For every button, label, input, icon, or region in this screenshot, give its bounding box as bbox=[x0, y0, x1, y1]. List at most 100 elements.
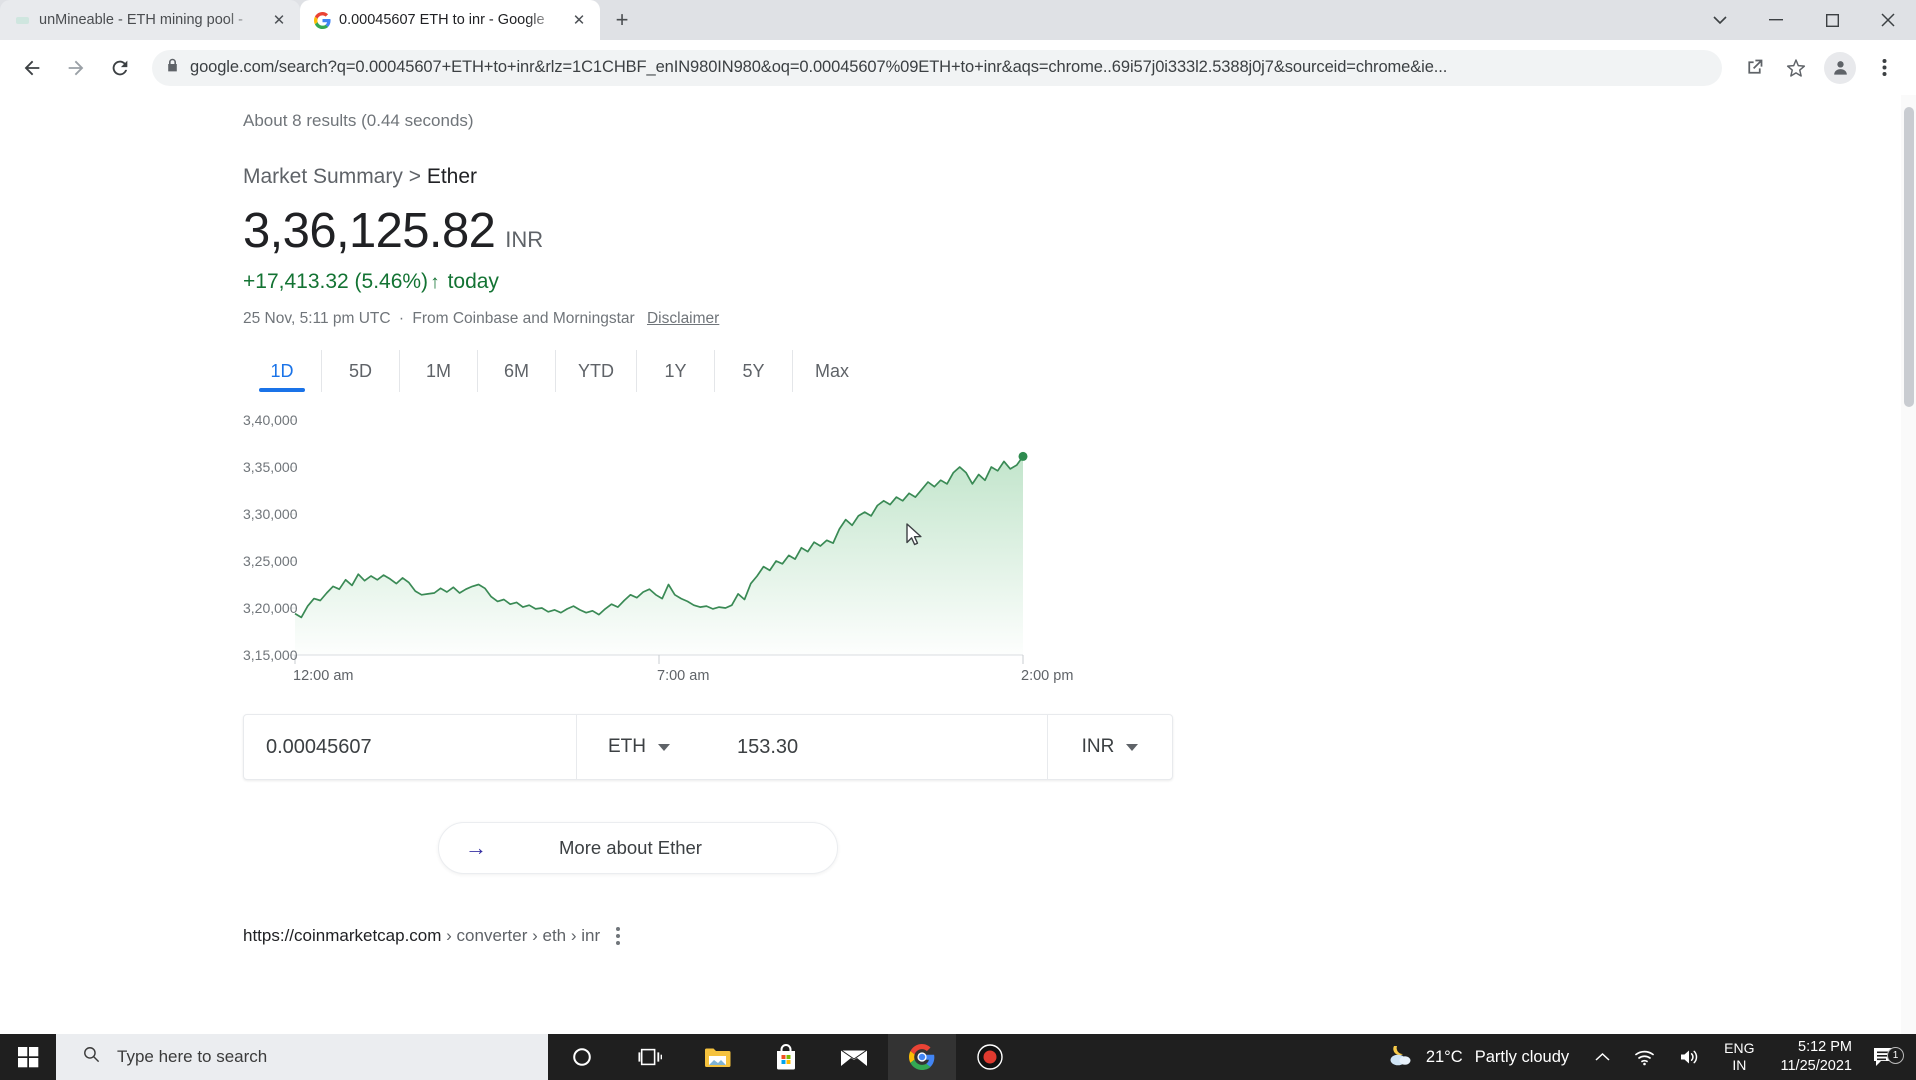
browser-tab-unmineable[interactable]: unMineable - ETH mining pool - ✕ bbox=[0, 0, 300, 40]
chart-y-tick: 3,25,000 bbox=[243, 553, 298, 569]
organic-result-url[interactable]: https://coinmarketcap.com › converter › … bbox=[243, 926, 1343, 946]
taskbar-app-buttons bbox=[548, 1034, 1024, 1080]
cortana-icon[interactable] bbox=[548, 1034, 616, 1080]
chart-x-tick: 7:00 am bbox=[657, 668, 710, 684]
converter-to-currency-label: INR bbox=[1081, 736, 1115, 757]
minimize-button[interactable] bbox=[1748, 0, 1804, 40]
close-window-button[interactable] bbox=[1860, 0, 1916, 40]
screen-recorder-icon[interactable] bbox=[956, 1034, 1024, 1080]
close-icon[interactable]: ✕ bbox=[268, 9, 290, 31]
result-url-path: › converter › eth › inr bbox=[441, 926, 601, 945]
clock-time: 5:12 PM bbox=[1798, 1039, 1852, 1056]
price-currency: INR bbox=[505, 227, 544, 252]
page-scrollbar[interactable] bbox=[1901, 95, 1916, 1034]
price-change-row: +17,413.32 (5.46%) ↑ today bbox=[243, 270, 1343, 294]
browser-toolbar: google.com/search?q=0.00045607+ETH+to+in… bbox=[0, 40, 1916, 95]
taskbar-clock[interactable]: 5:12 PM 11/25/2021 bbox=[1767, 1038, 1867, 1076]
partly-cloudy-night-icon bbox=[1384, 1043, 1414, 1072]
back-arrow-icon[interactable] bbox=[12, 48, 52, 88]
range-tab-ytd[interactable]: YTD bbox=[555, 350, 636, 392]
language-region: IN bbox=[1732, 1057, 1747, 1073]
chart-x-tick: 2:00 pm bbox=[1021, 668, 1074, 684]
converter-from-input[interactable]: 0.00045607 bbox=[244, 715, 576, 779]
taskbar-search-box[interactable]: Type here to search bbox=[56, 1034, 548, 1080]
window-controls bbox=[1692, 0, 1916, 40]
more-about-label: More about Ether bbox=[559, 837, 702, 858]
chart-y-tick: 3,40,000 bbox=[243, 412, 298, 428]
price-chart-svg bbox=[289, 419, 1028, 664]
price-change-period: today bbox=[447, 270, 499, 293]
forward-arrow-icon[interactable] bbox=[56, 48, 96, 88]
search-result-content: About 8 results (0.44 seconds) Market Su… bbox=[243, 95, 1343, 976]
result-title-partial[interactable] bbox=[243, 960, 1343, 976]
result-url-host: https://coinmarketcap.com bbox=[243, 926, 442, 945]
disclaimer-link[interactable]: Disclaimer bbox=[647, 310, 719, 327]
system-tray: 21°C Partly cloudy ENG IN 5:12 PM 11/25/… bbox=[1370, 1034, 1916, 1080]
chevron-down-icon bbox=[658, 743, 670, 751]
converter-to-currency-select[interactable]: INR bbox=[1047, 715, 1172, 779]
range-tab-6m[interactable]: 6M bbox=[477, 350, 555, 392]
taskbar-weather-widget[interactable]: 21°C Partly cloudy bbox=[1370, 1043, 1583, 1072]
price-row: 3,36,125.82 INR bbox=[243, 207, 1343, 256]
breadcrumb-ether: Ether bbox=[426, 165, 478, 188]
converter-from-currency-select[interactable]: ETH bbox=[576, 715, 701, 779]
scrollbar-thumb[interactable] bbox=[1904, 107, 1914, 407]
wifi-icon[interactable] bbox=[1622, 1049, 1667, 1066]
browser-tab-google-search[interactable]: 0.00045607 ETH to inr - Google ✕ bbox=[300, 0, 600, 40]
star-icon[interactable] bbox=[1776, 48, 1816, 88]
range-tab-1d[interactable]: 1D bbox=[243, 350, 321, 392]
weather-temperature: 21°C bbox=[1425, 1047, 1463, 1066]
address-bar-url: google.com/search?q=0.00045607+ETH+to+in… bbox=[190, 58, 1448, 76]
new-tab-button[interactable]: + bbox=[606, 4, 638, 36]
more-about-ether-button[interactable]: → More about Ether bbox=[438, 822, 838, 874]
chart-y-tick: 3,30,000 bbox=[243, 506, 298, 522]
range-tab-1y[interactable]: 1Y bbox=[636, 350, 714, 392]
share-icon[interactable] bbox=[1734, 48, 1774, 88]
separator-dot: · bbox=[398, 310, 405, 327]
converter-divider bbox=[701, 715, 715, 779]
breadcrumb: Market Summary > Ether bbox=[243, 165, 1343, 189]
language-indicator[interactable]: ENG IN bbox=[1712, 1040, 1766, 1075]
speaker-icon[interactable] bbox=[1667, 1048, 1712, 1066]
current-price: 3,36,125.82 bbox=[243, 204, 496, 258]
converter-to-input[interactable]: 153.30 bbox=[715, 715, 1047, 779]
page-viewport: About 8 results (0.44 seconds) Market Su… bbox=[0, 95, 1916, 1034]
show-hidden-icons-icon[interactable] bbox=[1583, 1052, 1622, 1062]
browser-tab-title: unMineable - ETH mining pool - bbox=[39, 12, 243, 28]
maximize-button[interactable] bbox=[1804, 0, 1860, 40]
range-tab-5y[interactable]: 5Y bbox=[714, 350, 792, 392]
chrome-icon[interactable] bbox=[888, 1034, 956, 1080]
windows-taskbar: Type here to search 21°C Partly cloudy E… bbox=[0, 1034, 1916, 1080]
mouse-cursor-icon bbox=[906, 523, 923, 552]
microsoft-store-icon[interactable] bbox=[752, 1034, 820, 1080]
close-icon[interactable]: ✕ bbox=[568, 9, 590, 31]
generic-favicon-icon bbox=[14, 12, 31, 29]
file-explorer-icon[interactable] bbox=[684, 1034, 752, 1080]
tab-strip: unMineable - ETH mining pool - ✕ 0.00045… bbox=[0, 0, 1916, 40]
action-center-icon[interactable]: 1 bbox=[1866, 1046, 1910, 1068]
breadcrumb-market-summary[interactable]: Market Summary bbox=[243, 165, 403, 188]
address-bar[interactable]: google.com/search?q=0.00045607+ETH+to+in… bbox=[152, 49, 1722, 86]
range-tab-5d[interactable]: 5D bbox=[321, 350, 399, 392]
breadcrumb-separator: > bbox=[408, 165, 421, 188]
currency-converter: 0.00045607 ETH 153.30 INR bbox=[243, 714, 1173, 780]
clock-date: 11/25/2021 bbox=[1780, 1058, 1853, 1074]
notification-count-badge: 1 bbox=[1887, 1047, 1904, 1064]
result-options-icon[interactable] bbox=[616, 927, 621, 945]
kebab-menu-icon[interactable] bbox=[1864, 48, 1904, 88]
task-view-icon[interactable] bbox=[616, 1034, 684, 1080]
chart-y-tick: 3,20,000 bbox=[243, 600, 298, 616]
quote-source: From Coinbase and Morningstar bbox=[412, 310, 635, 327]
reload-icon[interactable] bbox=[100, 48, 140, 88]
weather-condition: Partly cloudy bbox=[1474, 1047, 1570, 1066]
windows-start-icon[interactable] bbox=[0, 1034, 56, 1080]
price-chart[interactable]: 3,40,000 3,35,000 3,30,000 3,25,000 3,20,000… bbox=[243, 410, 1173, 700]
profile-avatar-icon[interactable] bbox=[1824, 51, 1856, 84]
language-primary: ENG bbox=[1724, 1039, 1755, 1056]
toolbar-actions bbox=[1734, 48, 1904, 88]
mail-icon[interactable] bbox=[820, 1034, 888, 1080]
range-tab-1m[interactable]: 1M bbox=[399, 350, 477, 392]
tab-search-chevron-icon[interactable] bbox=[1692, 0, 1748, 40]
range-tab-max[interactable]: Max bbox=[792, 350, 871, 392]
taskbar-search-placeholder: Type here to search bbox=[117, 1047, 268, 1066]
